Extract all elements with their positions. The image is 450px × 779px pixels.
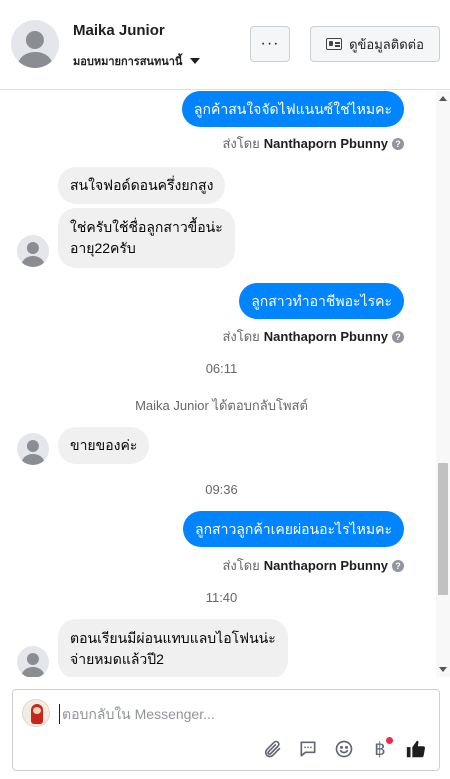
incoming-message[interactable]: ขายของค่ะ	[58, 427, 150, 464]
baht-icon: ฿	[374, 738, 386, 760]
reply-input[interactable]	[59, 704, 419, 724]
message-line: ใช่ครับใช้ชื่อลูกสาวขื้อน่ะ	[70, 219, 223, 235]
contact-avatar[interactable]	[11, 20, 59, 68]
sent-by-prefix: ส่งโดย	[222, 136, 260, 151]
sent-by-prefix: ส่งโดย	[222, 558, 260, 573]
sent-by-prefix: ส่งโดย	[222, 329, 260, 344]
like-button[interactable]	[405, 738, 427, 760]
outgoing-message[interactable]: ลูกสาวลูกค้าเคยผ่อนอะไรไหมคะ	[182, 511, 404, 547]
emoji-button[interactable]	[333, 738, 355, 760]
more-dots-icon: ···	[260, 35, 280, 52]
sender-name: Nanthaporn Pbunny	[263, 329, 388, 344]
outgoing-message[interactable]: ลูกค้าสนใจจัดไฟแนนซ์ใช่ไหมคะ	[181, 91, 404, 127]
notification-dot	[386, 737, 393, 744]
incoming-message[interactable]: ตอนเรียนมีผ่อนแทบแลบไอโฟนน่ะ จ่ายหมดแล้ว…	[58, 619, 288, 677]
payment-button[interactable]: ฿	[369, 737, 393, 760]
incoming-message[interactable]: สนใจฟอด์ดอนครึ่งยกสูง	[58, 167, 226, 204]
assign-conversation-dropdown[interactable]: มอบหมายการสนทนานี้	[73, 52, 201, 70]
page-avatar	[22, 699, 50, 727]
contact-card-icon	[326, 38, 343, 50]
reply-composer: ฿	[12, 689, 440, 771]
help-icon[interactable]: ?	[392, 559, 404, 572]
message-line: จ่ายหมดแล้วปี2	[70, 651, 164, 667]
attachment-button[interactable]	[261, 738, 283, 760]
caret-down-icon	[190, 58, 201, 64]
message-thread[interactable]: ลูกค้าสนใจจัดไฟแนนซ์ใช่ไหมคะ ส่งโดย Nant…	[0, 91, 450, 677]
paperclip-icon	[264, 740, 281, 758]
contact-avatar-small[interactable]	[17, 235, 49, 267]
sent-by-line: ส่งโดย Nanthaporn Pbunny ?	[222, 555, 404, 576]
message-line: ตอนเรียนมีผ่อนแทบแลบไอโฟนน่ะ	[70, 630, 276, 646]
sender-name: Nanthaporn Pbunny	[263, 136, 388, 151]
outgoing-message[interactable]: ลูกสาวทำอาชีพอะไรคะ	[239, 283, 404, 319]
more-options-button[interactable]: ···	[250, 26, 290, 62]
saved-replies-button[interactable]	[297, 738, 319, 760]
timestamp: 11:40	[205, 590, 238, 605]
conversation-header: Maika Junior มอบหมายการสนทนานี้ ··· ดูข้…	[0, 0, 450, 90]
thumbs-up-icon	[406, 740, 426, 758]
sent-by-line: ส่งโดย Nanthaporn Pbunny ?	[222, 133, 404, 154]
view-contact-info-button[interactable]: ดูข้อมูลติดต่อ	[310, 26, 440, 62]
composer-toolbar: ฿	[261, 737, 427, 761]
scroll-down-arrow-icon[interactable]	[439, 667, 447, 672]
timestamp: 09:36	[205, 482, 238, 497]
contact-avatar-small[interactable]	[17, 433, 49, 465]
scrollbar-thumb[interactable]	[438, 463, 448, 595]
sent-by-line: ส่งโดย Nanthaporn Pbunny ?	[222, 326, 404, 347]
timestamp: 06:11	[205, 361, 238, 376]
page-avatar-face	[33, 707, 41, 714]
assign-conversation-label: มอบหมายการสนทนานี้	[73, 56, 183, 68]
message-line: อายุ22ครับ	[70, 240, 136, 256]
system-note: Maika Junior ได้ตอบกลับโพสต์	[135, 398, 308, 413]
scroll-up-arrow-icon[interactable]	[439, 96, 447, 101]
chat-bubble-icon	[300, 741, 316, 757]
thread-scrollbar[interactable]	[436, 91, 450, 677]
help-icon[interactable]: ?	[392, 137, 404, 150]
incoming-message[interactable]: ใช่ครับใช้ชื่อลูกสาวขื้อน่ะ อายุ22ครับ	[58, 208, 235, 268]
help-icon[interactable]: ?	[392, 330, 404, 343]
sender-name: Nanthaporn Pbunny	[263, 558, 388, 573]
contact-name[interactable]: Maika Junior	[73, 22, 165, 39]
contact-avatar-small[interactable]	[17, 646, 49, 677]
smiley-icon	[335, 740, 353, 758]
view-contact-info-label: ดูข้อมูลติดต่อ	[349, 36, 424, 52]
